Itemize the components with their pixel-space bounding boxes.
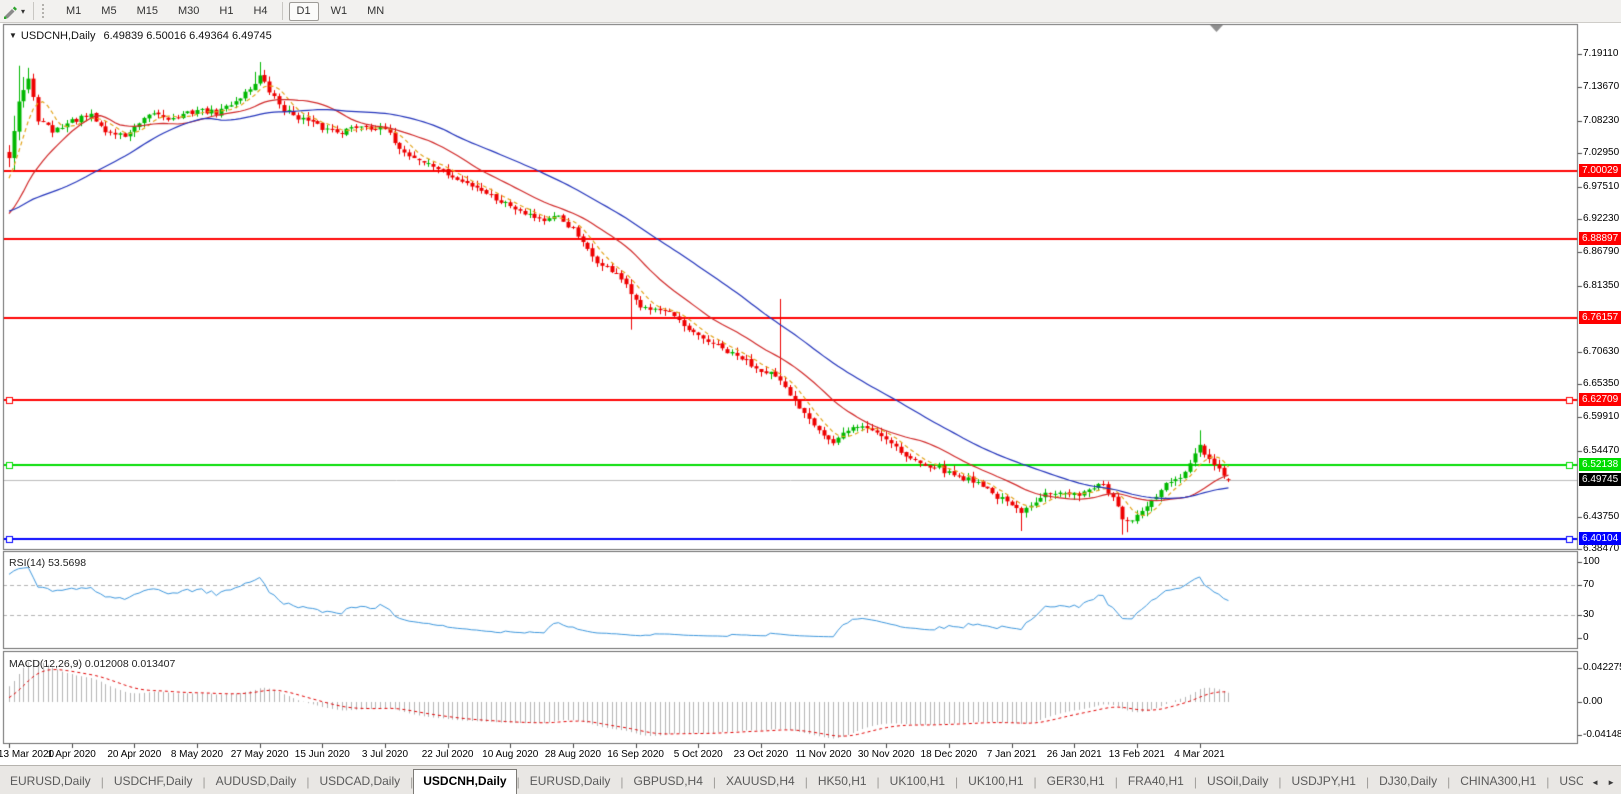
chart-tab-eurusd-daily[interactable]: EURUSD,Daily bbox=[520, 769, 621, 794]
mt4-window: ▾ M1 M5 M15 M30 H1 H4 D1 W1 MN ▼ USDCNH,Daily 6.49… bbox=[0, 0, 1621, 794]
tab-scroll-arrows: ◄ ► bbox=[1583, 772, 1619, 790]
price-axis-tick-label: 6.43750 bbox=[1583, 510, 1620, 522]
chart-tab-eurusd-daily[interactable]: EURUSD,Daily bbox=[0, 769, 101, 794]
chart-tab-usdchf-daily[interactable]: USDCHF,Daily bbox=[104, 769, 203, 794]
price-axis-tick-label: 6.65350 bbox=[1583, 377, 1620, 389]
date-axis-label: 27 May 2020 bbox=[230, 749, 289, 760]
collapse-indicators-icon[interactable]: ▼ bbox=[9, 31, 17, 40]
date-axis-label: 18 Dec 2020 bbox=[920, 749, 978, 760]
timeframe-toolbar: M1 M5 M15 M30 H1 H4 D1 W1 MN bbox=[56, 1, 394, 21]
date-axis-label: 4 Mar 2021 bbox=[1174, 749, 1225, 760]
chart-tab-uk100-h1[interactable]: UK100,H1 bbox=[880, 769, 955, 794]
date-axis-label: 8 May 2020 bbox=[170, 749, 224, 760]
timeframe-button-m1[interactable]: M1 bbox=[58, 2, 89, 21]
price-axis-tick-label: 6.70630 bbox=[1583, 345, 1620, 357]
date-axis-label: 13 Feb 2021 bbox=[1108, 749, 1165, 760]
date-axis-label: 22 Jul 2020 bbox=[421, 749, 474, 760]
chart-tab-xauusd-h4[interactable]: XAUUSD,H4 bbox=[716, 769, 805, 794]
timeframe-button-m5[interactable]: M5 bbox=[93, 2, 124, 21]
price-axis-tick-label: 6.59910 bbox=[1583, 411, 1620, 423]
chart-tab-usdjpy-h1[interactable]: USDJPY,H1 bbox=[1281, 769, 1365, 794]
toolbar-grip[interactable] bbox=[42, 4, 48, 18]
timeframe-button-mn[interactable]: MN bbox=[359, 2, 392, 21]
timeframe-button-m15[interactable]: M15 bbox=[129, 2, 166, 21]
timeframe-button-h4[interactable]: H4 bbox=[245, 2, 275, 21]
timeframe-button-w1[interactable]: W1 bbox=[323, 2, 356, 21]
chart-tab-audusd-daily[interactable]: AUDUSD,Daily bbox=[206, 769, 307, 794]
price-axis-tick-label: 6.97510 bbox=[1583, 180, 1620, 192]
chart-tab-bar: EURUSD,Daily | USDCHF,Daily | AUDUSD,Daily | U… bbox=[0, 765, 1621, 794]
date-axis-label: 26 Jan 2021 bbox=[1046, 749, 1102, 760]
chart-tab-usdcnh-daily[interactable]: USDCNH,Daily bbox=[413, 769, 517, 794]
chart-canvas[interactable] bbox=[0, 0, 1621, 794]
chart-tab-usdcad-daily[interactable]: USDCAD,Daily bbox=[309, 769, 410, 794]
date-axis-label: 10 Aug 2020 bbox=[482, 749, 539, 760]
price-axis-tick-label: 7.19110 bbox=[1583, 48, 1619, 59]
chart-tab-gbpusd-h4[interactable]: GBPUSD,H4 bbox=[624, 769, 713, 794]
chart-tab-hk50-h1[interactable]: HK50,H1 bbox=[808, 769, 877, 794]
price-axis-tick-label: 6.81350 bbox=[1583, 279, 1620, 291]
hline-price-label[interactable]: 7.00029 bbox=[1579, 164, 1621, 178]
chart-title: ▼ USDCNH,Daily 6.49839 6.50016 6.49364 6.4… bbox=[9, 30, 272, 42]
price-axis-tick-label: 6.92230 bbox=[1583, 212, 1620, 224]
date-axis-label: 13 Mar 2020 bbox=[0, 749, 55, 760]
macd-axis-tick-label: 0.042275 bbox=[1583, 662, 1621, 673]
draw-tool-icon[interactable] bbox=[3, 3, 19, 19]
date-axis-label: 5 Oct 2020 bbox=[673, 749, 723, 760]
date-axis-label: 23 Oct 2020 bbox=[733, 749, 789, 760]
chart-tab-uk100-h1[interactable]: UK100,H1 bbox=[958, 769, 1033, 794]
date-axis-label: 7 Jan 2021 bbox=[986, 749, 1037, 760]
price-axis-tick-label: 7.08230 bbox=[1583, 114, 1620, 126]
price-axis-tick-label: 6.86790 bbox=[1583, 246, 1620, 258]
rsi-axis-tick-label: 0 bbox=[1583, 632, 1589, 643]
rsi-axis-tick-label: 30 bbox=[1583, 609, 1595, 621]
rsi-axis-tick-label: 100 bbox=[1583, 556, 1600, 567]
date-axis-label: 11 Nov 2020 bbox=[795, 749, 852, 760]
timeframe-button-d1[interactable]: D1 bbox=[288, 1, 319, 21]
current-price-label: 6.49745 bbox=[1579, 472, 1621, 486]
rsi-axis-tick-label: 70 bbox=[1583, 578, 1595, 590]
symbol-period-label: USDCNH,Daily bbox=[20, 30, 96, 42]
price-axis-tick-label: 7.13670 bbox=[1583, 81, 1620, 93]
timeframe-button-m30[interactable]: M30 bbox=[170, 2, 207, 21]
chevron-down-icon[interactable]: ▾ bbox=[21, 7, 25, 16]
hline-price-label[interactable]: 6.62709 bbox=[1579, 393, 1621, 407]
date-axis-label: 30 Nov 2020 bbox=[857, 749, 915, 760]
chart-tab-fra40-h1[interactable]: FRA40,H1 bbox=[1118, 769, 1194, 794]
macd-indicator-label: MACD(12,26,9) 0.012008 0.013407 bbox=[9, 658, 176, 670]
chart-tab-ger30-h1[interactable]: GER30,H1 bbox=[1037, 769, 1115, 794]
date-axis-label: 20 Apr 2020 bbox=[107, 749, 162, 760]
chart-tab-usoil-daily[interactable]: USOil,Daily bbox=[1197, 769, 1278, 794]
tab-scroll-left-icon[interactable]: ◄ bbox=[1587, 776, 1603, 789]
macd-axis-tick-label: 0.00 bbox=[1583, 696, 1603, 707]
hline-price-label[interactable]: 6.88897 bbox=[1579, 232, 1621, 246]
price-axis-tick-label: 7.02950 bbox=[1583, 147, 1620, 159]
date-axis-label: 1 Apr 2020 bbox=[47, 749, 96, 760]
hline-price-label[interactable]: 6.76157 bbox=[1579, 310, 1621, 324]
timeframe-button-h1[interactable]: H1 bbox=[211, 2, 241, 21]
price-axis-tick-label: 6.54470 bbox=[1583, 444, 1620, 456]
date-axis-label: 3 Jul 2020 bbox=[361, 749, 409, 760]
hline-price-label[interactable]: 6.52138 bbox=[1579, 458, 1621, 472]
chart-tab-dj30-daily[interactable]: DJ30,Daily bbox=[1369, 769, 1447, 794]
date-axis-label: 15 Jun 2020 bbox=[294, 749, 350, 760]
date-axis-label: 16 Sep 2020 bbox=[607, 749, 664, 760]
hline-price-label[interactable]: 6.40104 bbox=[1579, 531, 1621, 545]
ohlc-values-label: 6.49839 6.50016 6.49364 6.49745 bbox=[103, 30, 272, 42]
toolbar-separator bbox=[33, 2, 35, 20]
chart-tab-china300-h1[interactable]: CHINA300,H1 bbox=[1450, 769, 1546, 794]
tab-scroll-right-icon[interactable]: ► bbox=[1603, 776, 1619, 789]
rsi-indicator-label: RSI(14) 53.5698 bbox=[9, 557, 87, 569]
date-axis-label: 28 Aug 2020 bbox=[544, 749, 602, 760]
macd-axis-tick-label: -0.04148 bbox=[1583, 729, 1621, 741]
top-toolbar: ▾ M1 M5 M15 M30 H1 H4 D1 W1 MN bbox=[0, 0, 1621, 23]
toolbar-separator bbox=[281, 2, 283, 20]
